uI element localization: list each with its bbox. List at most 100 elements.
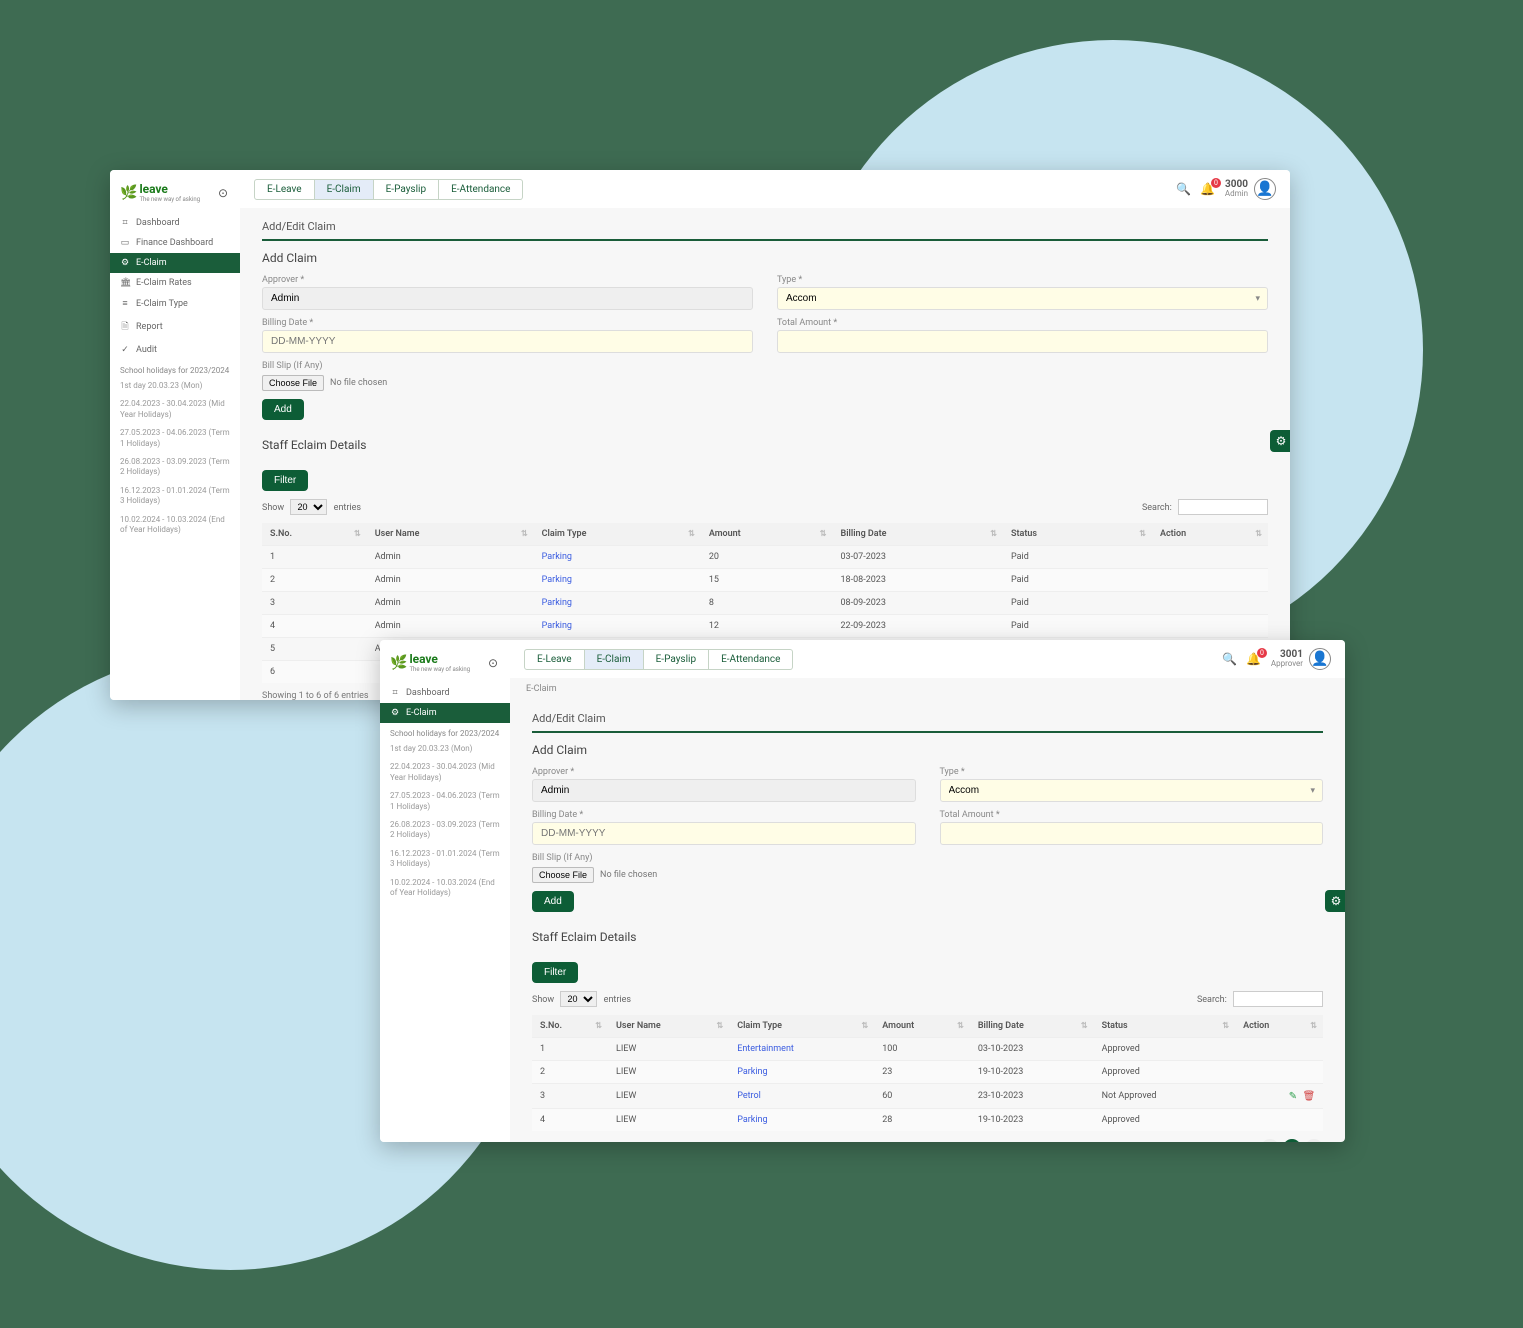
holidays-header: School holidays for 2023/2024 [110, 360, 240, 377]
add-button[interactable]: Add [262, 399, 304, 420]
billing-date-input[interactable] [262, 330, 753, 353]
leaf-icon: 🌿 [390, 655, 407, 671]
delete-icon[interactable]: 🗑 [1303, 1090, 1315, 1102]
notification-bell-icon[interactable]: 🔔0 [1247, 652, 1261, 666]
bill-slip-label: Bill Slip (If Any) [262, 361, 1268, 371]
col-sno[interactable]: S.No. [532, 1015, 608, 1038]
edit-icon[interactable]: ✎ [1287, 1090, 1299, 1102]
type-select[interactable] [940, 779, 1324, 802]
sidebar-item-label: Audit [136, 345, 157, 355]
col-sno[interactable]: S.No. [262, 523, 367, 546]
add-button[interactable]: Add [532, 891, 574, 912]
sidebar-item-report[interactable]: 🗎Report [110, 314, 240, 340]
table-row: 1LIEWEntertainment10003-10-2023Approved [532, 1038, 1323, 1061]
menu-icon: ≡ [120, 298, 130, 309]
entries-selector: Show 20 entries [532, 991, 631, 1007]
tab-eclaim[interactable]: E-Claim [585, 649, 644, 670]
sidebar-item-eclaimtype[interactable]: ≡E-Claim Type [110, 293, 240, 314]
filter-button[interactable]: Filter [262, 470, 308, 491]
entries-selector: Show 20 entries [262, 499, 361, 515]
claim-type-link[interactable]: Parking [542, 575, 572, 585]
entries-select[interactable]: 20 [290, 499, 327, 515]
sidebar-item-eclaim[interactable]: ⚙ E-Claim [380, 703, 510, 723]
holidays-header: School holidays for 2023/2024 [380, 723, 510, 740]
tab-eattendance[interactable]: E-Attendance [709, 649, 793, 670]
sidebar-item-financedashboard[interactable]: ▭Finance Dashboard [110, 233, 240, 253]
sidebar-item-dashboard[interactable]: ⌗Dashboard [380, 683, 510, 703]
sidebar-collapse-icon[interactable]: ⊙ [216, 186, 230, 200]
choose-file-button[interactable]: Choose File [532, 867, 594, 883]
breadcrumb: E-Claim [510, 678, 1345, 700]
table-row: 3LIEWPetrol6023-10-2023Not Approved✎🗑 [532, 1084, 1323, 1109]
menu-icon: ⚙ [390, 708, 400, 718]
search-input[interactable] [1178, 499, 1268, 515]
search-icon[interactable]: 🔍 [1223, 652, 1237, 666]
notification-bell-icon[interactable]: 🔔0 [1201, 182, 1215, 196]
tab-eleave[interactable]: E-Leave [524, 649, 585, 670]
filter-button[interactable]: Filter [532, 962, 578, 983]
claims-table: S.No.User NameClaim TypeAmountBilling Da… [532, 1015, 1323, 1131]
col-billingdate[interactable]: Billing Date [832, 523, 1003, 546]
col-billingdate[interactable]: Billing Date [970, 1015, 1094, 1038]
brand-name: leave [139, 182, 167, 196]
user-menu[interactable]: 3000 Admin 👤 [1225, 178, 1276, 200]
billing-date-label: Billing Date * [262, 318, 753, 328]
user-role: Admin [1225, 190, 1248, 199]
amount-input[interactable] [777, 330, 1268, 353]
claim-type-link[interactable]: Parking [737, 1115, 767, 1125]
claim-type-link[interactable]: Petrol [737, 1091, 761, 1101]
claim-type-link[interactable]: Parking [542, 552, 572, 562]
table-summary: Showing 1 to 6 of 6 entries [262, 691, 369, 700]
col-amount[interactable]: Amount [874, 1015, 970, 1038]
type-label: Type * [940, 767, 1324, 777]
choose-file-button[interactable]: Choose File [262, 375, 324, 391]
sidebar-item-label: E-Claim [406, 708, 437, 718]
amount-input[interactable] [940, 822, 1324, 845]
col-status[interactable]: Status [1003, 523, 1152, 546]
sidebar-collapse-icon[interactable]: ⊙ [486, 656, 500, 670]
page-prev[interactable]: ‹ [1261, 1139, 1279, 1142]
page-1[interactable]: 1 [1283, 1139, 1301, 1142]
col-action[interactable]: Action [1152, 523, 1268, 546]
tab-eattendance[interactable]: E-Attendance [439, 179, 523, 200]
settings-fab-icon[interactable]: ⚙ [1325, 890, 1345, 912]
settings-fab-icon[interactable]: ⚙ [1270, 430, 1290, 452]
section-title: Add/Edit Claim [532, 706, 1323, 733]
search-input[interactable] [1233, 991, 1323, 1007]
col-status[interactable]: Status [1094, 1015, 1236, 1038]
sidebar-item-audit[interactable]: ✓Audit [110, 340, 240, 360]
user-menu[interactable]: 3001 Approver 👤 [1271, 648, 1331, 670]
col-claimtype[interactable]: Claim Type [729, 1015, 874, 1038]
claim-type-link[interactable]: Parking [542, 621, 572, 631]
topbar: E-LeaveE-ClaimE-PayslipE-Attendance 🔍 🔔0… [510, 640, 1345, 678]
table-row: 2AdminParking1518-08-2023Paid [262, 569, 1268, 592]
search-icon[interactable]: 🔍 [1177, 182, 1191, 196]
col-claimtype[interactable]: Claim Type [534, 523, 701, 546]
claim-type-link[interactable]: Parking [542, 598, 572, 608]
claim-type-link[interactable]: Entertainment [737, 1044, 794, 1054]
main-area: E-LeaveE-ClaimE-PayslipE-Attendance 🔍 🔔0… [510, 640, 1345, 1142]
type-select[interactable] [777, 287, 1268, 310]
sidebar: 🌿 leave The new way of asking ⊙ ⌗Dashboa… [380, 640, 510, 1142]
tab-epayslip[interactable]: E-Payslip [644, 649, 709, 670]
col-username[interactable]: User Name [608, 1015, 729, 1038]
sidebar-item-label: E-Claim [136, 258, 167, 268]
tab-eclaim[interactable]: E-Claim [315, 179, 374, 200]
claim-type-link[interactable]: Parking [737, 1067, 767, 1077]
sidebar-item-eclaim[interactable]: ⚙E-Claim [110, 253, 240, 273]
holiday-note: 26.08.2023 - 03.09.2023 (Term 2 Holidays… [110, 453, 240, 482]
col-action[interactable]: Action [1235, 1015, 1323, 1038]
bill-slip-label: Bill Slip (If Any) [532, 853, 1323, 863]
page-next[interactable]: › [1305, 1139, 1323, 1142]
tab-epayslip[interactable]: E-Payslip [374, 179, 439, 200]
col-username[interactable]: User Name [367, 523, 534, 546]
holiday-note: 22.04.2023 - 30.04.2023 (Mid Year Holida… [110, 395, 240, 424]
amount-label: Total Amount * [777, 318, 1268, 328]
entries-select[interactable]: 20 [560, 991, 597, 1007]
tab-eleave[interactable]: E-Leave [254, 179, 315, 200]
avatar-icon: 👤 [1309, 648, 1331, 670]
sidebar-item-eclaimrates[interactable]: 🏛E-Claim Rates [110, 273, 240, 293]
billing-date-input[interactable] [532, 822, 916, 845]
col-amount[interactable]: Amount [701, 523, 833, 546]
sidebar-item-dashboard[interactable]: ⌗Dashboard [110, 213, 240, 233]
